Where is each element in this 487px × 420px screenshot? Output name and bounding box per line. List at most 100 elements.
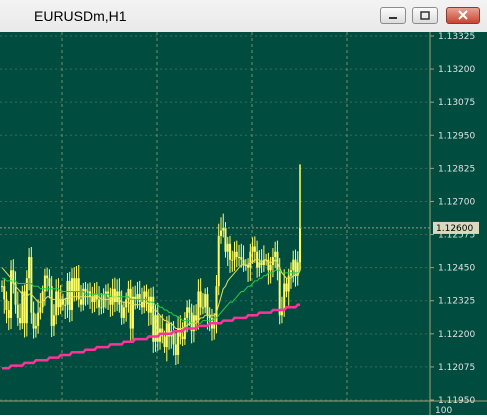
- candle-body: [242, 259, 245, 265]
- candle-body: [233, 251, 236, 260]
- candle-body: [204, 294, 207, 308]
- candle-body: [251, 246, 254, 252]
- candle-body: [75, 278, 78, 292]
- candle-body: [102, 294, 105, 308]
- candle-body: [249, 251, 252, 268]
- candle-body: [269, 264, 272, 271]
- candle-body: [199, 291, 202, 308]
- candle-body: [55, 291, 58, 316]
- close-button[interactable]: [446, 7, 480, 24]
- candle-body: [283, 283, 286, 310]
- candle-body: [68, 280, 71, 310]
- title-bar[interactable]: EURUSDm,H1: [0, 0, 487, 32]
- candle-body: [50, 286, 53, 326]
- candle-body: [19, 317, 22, 324]
- chart-area[interactable]: 1.13325 1.13200 1.13075 1.12950 1.12825 1.127…: [0, 32, 487, 416]
- candle-body: [217, 235, 220, 287]
- candle-body: [7, 309, 10, 318]
- subwindow-scale-label: 100: [435, 406, 452, 415]
- candle-body: [285, 283, 288, 292]
- candle-body: [226, 243, 229, 252]
- candle-body: [278, 270, 281, 316]
- candle-body: [186, 307, 189, 318]
- price-tick-label: 1.11950: [438, 396, 475, 406]
- minimize-icon: [389, 17, 397, 19]
- candle-body: [292, 259, 295, 271]
- candle-body: [25, 278, 28, 324]
- candle-body: [274, 251, 277, 258]
- candle-body: [197, 291, 200, 321]
- minimize-button[interactable]: [380, 7, 406, 24]
- candle-body: [86, 291, 89, 293]
- candle-body: [145, 291, 148, 297]
- candle-body: [231, 259, 234, 261]
- candle-body: [165, 323, 168, 348]
- candle-body: [154, 315, 157, 342]
- candle-body: [113, 288, 116, 303]
- maximize-button[interactable]: [412, 7, 438, 24]
- candle-body: [39, 307, 42, 313]
- candle-body: [66, 280, 69, 305]
- candle-body: [34, 325, 37, 329]
- candle-body: [3, 286, 6, 300]
- chart-window: EURUSDm,H1 1.13325 1.13200 1.13075 1.12950 1…: [0, 0, 487, 416]
- price-chart[interactable]: 1.13325 1.13200 1.13075 1.12950 1.12825 1.127…: [0, 32, 487, 416]
- candle-body: [41, 291, 44, 308]
- candle-body: [48, 278, 51, 287]
- candle-body: [235, 251, 238, 258]
- candle-body: [156, 315, 159, 342]
- candle-body: [179, 328, 182, 337]
- candle-body: [253, 246, 256, 252]
- candle-body: [21, 291, 24, 324]
- candle-body: [93, 294, 96, 303]
- candle-body: [206, 294, 209, 316]
- candle-body: [46, 275, 49, 279]
- price-tick-label: 1.12950: [438, 131, 475, 141]
- candle-body: [37, 312, 40, 326]
- candle-body: [181, 336, 184, 340]
- candle-body: [120, 304, 123, 318]
- candle-body: [73, 278, 76, 292]
- maximize-icon: [420, 11, 430, 20]
- candle-body: [61, 299, 64, 305]
- candle-body: [129, 288, 132, 329]
- candle-body: [5, 299, 8, 310]
- candle-body: [32, 312, 35, 329]
- candle-body: [240, 257, 243, 260]
- candle-body: [28, 257, 31, 279]
- candle-body: [131, 296, 134, 329]
- candle-body: [64, 304, 67, 306]
- candle-body: [188, 307, 191, 313]
- candle-body: [59, 299, 62, 308]
- candle-body: [195, 315, 198, 321]
- close-icon: [458, 10, 468, 20]
- candle-body: [136, 294, 139, 300]
- window-title: EURUSDm,H1: [34, 8, 127, 24]
- candle-body: [219, 230, 222, 236]
- candle-body: [163, 336, 166, 348]
- candle-body: [238, 257, 241, 259]
- candle-body: [201, 307, 204, 309]
- price-tick-label: 1.12450: [438, 264, 475, 274]
- price-tick-label: 1.12075: [438, 363, 475, 373]
- price-tick-label: 1.13200: [438, 65, 475, 75]
- candle-body: [52, 315, 55, 326]
- candle-body: [122, 307, 125, 318]
- candle-body: [177, 328, 180, 355]
- candle-body: [77, 278, 80, 300]
- current-price-label: 1.12600: [436, 224, 473, 234]
- candle-body: [100, 307, 103, 309]
- candle-body: [80, 299, 83, 305]
- price-tick-label: 1.12200: [438, 330, 475, 340]
- candle-body: [91, 296, 94, 303]
- candle-body: [258, 262, 261, 268]
- price-tick-label: 1.13075: [438, 98, 475, 108]
- candle-body: [174, 344, 177, 355]
- candle-body: [98, 299, 101, 308]
- candle-body: [224, 227, 227, 252]
- price-tick-label: 1.13325: [438, 32, 475, 42]
- candle-body: [1, 286, 3, 288]
- price-tick-label: 1.12825: [438, 164, 475, 174]
- candle-body: [229, 243, 232, 260]
- price-tick-label: 1.12325: [438, 297, 475, 307]
